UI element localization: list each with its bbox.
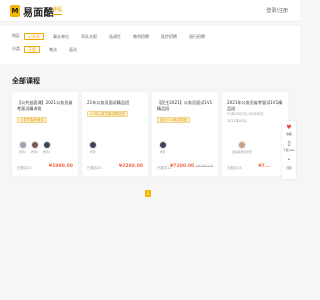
sidebar-label: 收藏 bbox=[286, 132, 292, 136]
course-date: 31年05月1日-05月30日 bbox=[227, 112, 264, 116]
filter-panel: 地区 公务员 事业单位 军队文职 选调生 教师招聘 医疗招聘 银行招聘 分类 不… bbox=[0, 26, 300, 64]
chip-type-0[interactable]: 不限 bbox=[24, 45, 40, 53]
chip-region-3[interactable]: 选调生 bbox=[106, 33, 124, 40]
sidebar-label: 顶部 bbox=[286, 166, 292, 170]
chip-region-5[interactable]: 医疗招聘 bbox=[158, 33, 180, 40]
teacher-name: 老师1 bbox=[18, 150, 27, 154]
chip-region-1[interactable]: 事业单位 bbox=[50, 33, 72, 40]
teacher: 面试辅导员老师 bbox=[227, 141, 257, 154]
avatar bbox=[158, 141, 167, 149]
chip-region-0[interactable]: 公务员 bbox=[24, 32, 44, 40]
logo-mark: M bbox=[10, 5, 20, 17]
phone-icon: ▯ bbox=[287, 140, 291, 147]
card-footer: 已报名12 ¥7280.00 ¥8280.00 bbox=[157, 164, 213, 171]
course-price: ¥1980.00 bbox=[48, 164, 73, 169]
course-tag: 公务员省考面试 bbox=[17, 117, 47, 123]
avatar bbox=[30, 141, 39, 149]
price-current: ¥7280.00 bbox=[170, 164, 195, 169]
course-title: 【民主2021】公务员面试1V1精品班 bbox=[157, 100, 213, 111]
teacher: 老师 bbox=[157, 141, 168, 154]
teacher-list: 老师 bbox=[87, 141, 99, 154]
chip-region-4[interactable]: 教师招聘 bbox=[130, 33, 152, 40]
top-header: M 易面酷 课程 登录/注册 bbox=[0, 0, 300, 22]
teacher-name: 面试辅导员老师 bbox=[232, 150, 252, 154]
pagination-current-page[interactable]: 1 bbox=[145, 190, 151, 197]
sidebar-item-app[interactable]: ▯ 下载 App bbox=[282, 140, 296, 153]
teacher-list: 老师1 老师2 老师3 bbox=[17, 141, 53, 154]
course-card[interactable]: 2021年公务员省考面试1V1精品班 31年05月1日-05月30日 2021年… bbox=[222, 92, 288, 176]
logo-text: 易面酷 bbox=[23, 7, 54, 19]
card-footer: 已报名50 ¥2280.00 bbox=[87, 164, 143, 171]
top-icon: ⌃ bbox=[286, 158, 292, 165]
course-price: ¥7280.00 ¥8280.00 bbox=[170, 164, 213, 169]
teacher-name: 老师 bbox=[159, 150, 166, 154]
course-card[interactable]: 21年公务员面试精品班 21年公务员面试精品班 老师 已报名50 ¥2280.0… bbox=[82, 92, 148, 176]
teacher-name: 老师 bbox=[89, 150, 96, 154]
teacher: 老师3 bbox=[41, 141, 52, 154]
site-logo[interactable]: M 易面酷 bbox=[10, 4, 54, 19]
card-footer: 已报名18 ¥7... bbox=[227, 164, 270, 171]
course-price: ¥7... bbox=[258, 164, 270, 169]
chip-type-1[interactable]: 笔试 bbox=[46, 46, 60, 53]
sidebar-item-top[interactable]: ⌃ 顶部 bbox=[282, 158, 296, 171]
section-title: 全部课程 bbox=[12, 77, 40, 85]
course-price: ¥2280.00 bbox=[118, 164, 143, 169]
avatar bbox=[18, 141, 27, 149]
avatar bbox=[88, 141, 97, 149]
login-register-link[interactable]: 登录/注册 bbox=[266, 7, 288, 14]
course-tag: 21年公务员面试精品班 bbox=[87, 111, 128, 117]
chip-region-2[interactable]: 军队文职 bbox=[78, 33, 100, 40]
course-card[interactable]: 【民主2021】公务员面试1V1精品班 结业1V1面试精品 老师 已报名12 ¥… bbox=[152, 92, 218, 176]
avatar bbox=[238, 141, 246, 149]
chip-region-6[interactable]: 银行招聘 bbox=[186, 33, 208, 40]
teacher: 老师2 bbox=[29, 141, 40, 154]
course-title: 【公共益面课】2021公务员省考面试精讲班 bbox=[17, 100, 73, 111]
price-original: ¥8280.00 bbox=[195, 164, 213, 168]
teacher: 老师 bbox=[87, 141, 98, 154]
sidebar-item-favorite[interactable]: ♥ 收藏 bbox=[282, 124, 296, 137]
type-filter-row: 分类 不限 笔试 面试 bbox=[12, 44, 86, 54]
chip-type-2[interactable]: 面试 bbox=[66, 46, 80, 53]
teacher-list: 老师 bbox=[157, 141, 169, 154]
nav-course-tab[interactable]: 课程 bbox=[52, 6, 63, 15]
region-filter-label: 地区 bbox=[12, 33, 20, 38]
enrolled-count: 已报名18 bbox=[227, 166, 242, 170]
course-date: 2021年05月... bbox=[227, 119, 250, 123]
enrolled-count: 已报名23 bbox=[17, 166, 32, 170]
floating-sidebar: ♥ 收藏 ▯ 下载 App ⌃ 顶部 bbox=[282, 121, 296, 179]
teacher-name: 老师3 bbox=[42, 150, 51, 154]
sidebar-label: 下载 App bbox=[283, 148, 295, 152]
course-card[interactable]: 【公共益面课】2021公务员省考面试精讲班 公务员省考面试 老师1 老师2 老师… bbox=[12, 92, 78, 176]
heart-icon: ♥ bbox=[286, 124, 292, 131]
type-filter-label: 分类 bbox=[12, 46, 20, 51]
teacher-list: 面试辅导员老师 bbox=[227, 141, 258, 154]
avatar bbox=[42, 141, 51, 149]
teacher: 老师1 bbox=[17, 141, 28, 154]
enrolled-count: 已报名50 bbox=[87, 166, 102, 170]
teacher-name: 老师2 bbox=[30, 150, 39, 154]
region-filter-row: 地区 公务员 事业单位 军队文职 选调生 教师招聘 医疗招聘 银行招聘 bbox=[12, 31, 214, 41]
course-tag: 结业1V1面试精品 bbox=[157, 117, 190, 123]
card-footer: 已报名23 ¥1980.00 bbox=[17, 164, 73, 171]
